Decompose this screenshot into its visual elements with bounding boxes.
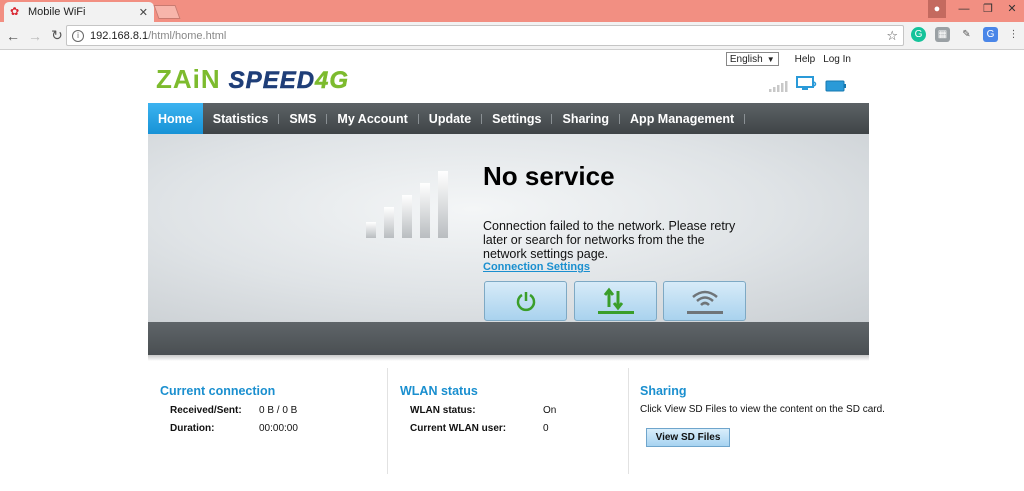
address-bar[interactable]: i 192.168.8.1/html/home.html ☆	[66, 25, 904, 46]
grammarly-extension-icon[interactable]: G	[911, 27, 926, 42]
login-link[interactable]: Log In	[823, 54, 851, 65]
logo-brand: ZAiN	[156, 64, 221, 94]
menu-item-statistics[interactable]: Statistics	[203, 103, 279, 134]
connection-status-panel: No service Connection failed to the netw…	[148, 134, 869, 322]
close-window-icon[interactable]: ✕	[1000, 0, 1024, 18]
menu-item-home[interactable]: Home	[148, 103, 203, 134]
wlan-status-panel: WLAN status WLAN status: On Current WLAN…	[400, 368, 620, 474]
connection-status-title: No service	[483, 161, 615, 191]
sharing-description: Click View SD Files to view the content …	[640, 404, 885, 415]
wlan-status-title: WLAN status	[400, 384, 478, 398]
wlan-users-value: 0	[543, 423, 549, 434]
main-menu: Home Statistics SMS My Account Update Se…	[148, 103, 869, 134]
menu-item-sms[interactable]: SMS	[279, 103, 326, 134]
signal-strength-icon	[769, 81, 788, 92]
wlan-status-value: On	[543, 405, 557, 416]
logo: ZAiN SPEED4G	[156, 64, 350, 95]
dropdown-arrow-icon: ▼	[766, 54, 775, 64]
menu-item-settings[interactable]: Settings	[482, 103, 551, 134]
wifi-icon	[686, 290, 723, 314]
logo-product: SPEED4G	[228, 67, 350, 95]
browser-tab-bar: ✿ Mobile WiFi ✕ ● — ❐ ✕	[0, 0, 1024, 22]
url-host: 192.168.8.1	[90, 29, 149, 42]
status-panel-footer	[148, 322, 869, 355]
menu-item-update[interactable]: Update	[419, 103, 481, 134]
header-links: English ▼ Help Log In	[725, 52, 851, 66]
menu-kebab-icon[interactable]: ⋮	[1006, 27, 1021, 42]
wlan-users-label: Current WLAN user:	[410, 423, 507, 434]
language-select[interactable]: English ▼	[725, 52, 779, 66]
connect-power-button[interactable]	[484, 281, 567, 321]
current-connection-panel: Current connection Received/Sent: 0 B / …	[160, 368, 380, 474]
signal-bars-large-icon	[366, 171, 448, 238]
tab-title: Mobile WiFi	[28, 6, 86, 18]
new-tab-button[interactable]	[153, 5, 181, 19]
tab-close-icon[interactable]: ✕	[139, 6, 148, 19]
minimize-icon[interactable]: —	[952, 0, 976, 18]
restore-icon[interactable]: ❐	[976, 0, 1000, 18]
browser-toolbar: ← → ↻ i 192.168.8.1/html/home.html ☆ G ▦…	[0, 22, 1024, 50]
puzzle-extension-icon[interactable]: ✎	[959, 27, 974, 42]
logo-product-speed: SPEED	[228, 67, 316, 95]
site-info-icon[interactable]: i	[72, 29, 84, 42]
huawei-favicon-icon: ✿	[10, 6, 20, 18]
menu-separator	[744, 113, 746, 124]
pc-connected-icon	[796, 76, 817, 90]
panel-divider	[387, 368, 388, 474]
view-sd-files-button[interactable]: View SD Files	[646, 428, 730, 447]
panel-shadow	[148, 355, 869, 361]
language-value: English	[729, 53, 763, 65]
status-icons	[769, 76, 847, 92]
data-transfer-button[interactable]	[574, 281, 657, 321]
wlan-status-label: WLAN status:	[410, 405, 476, 416]
data-transfer-icon	[597, 287, 634, 314]
sharing-panel: Sharing Click View SD Files to view the …	[640, 368, 885, 474]
image-extension-icon[interactable]: ▦	[935, 27, 950, 42]
connection-settings-link[interactable]: Connection Settings	[483, 261, 590, 273]
wifi-button[interactable]	[663, 281, 746, 321]
sharing-title: Sharing	[640, 384, 687, 398]
window-controls: ● — ❐ ✕	[928, 0, 1024, 22]
connection-status-message: Connection failed to the network. Please…	[483, 219, 736, 261]
url-path: /html/home.html	[148, 29, 227, 42]
translate-extension-icon[interactable]: G	[983, 27, 998, 42]
reload-icon[interactable]: ↻	[48, 27, 66, 44]
received-sent-value: 0 B / 0 B	[259, 405, 298, 416]
profile-icon[interactable]: ●	[928, 0, 946, 18]
help-link[interactable]: Help	[795, 54, 816, 65]
power-icon	[516, 292, 535, 312]
menu-item-sharing[interactable]: Sharing	[552, 103, 619, 134]
browser-tab[interactable]: ✿ Mobile WiFi ✕	[4, 2, 154, 22]
logo-product-4g: 4G	[315, 67, 350, 95]
duration-value: 00:00:00	[259, 423, 298, 434]
current-connection-title: Current connection	[160, 384, 276, 398]
forward-icon[interactable]: →	[26, 28, 44, 44]
battery-icon	[825, 80, 846, 92]
menu-item-app-management[interactable]: App Management	[620, 103, 744, 134]
bookmark-star-icon[interactable]: ☆	[886, 28, 898, 44]
panel-divider	[628, 368, 629, 474]
duration-label: Duration:	[170, 423, 215, 434]
menu-item-my-account[interactable]: My Account	[327, 103, 417, 134]
received-sent-label: Received/Sent:	[170, 405, 242, 416]
back-icon[interactable]: ←	[4, 28, 22, 44]
